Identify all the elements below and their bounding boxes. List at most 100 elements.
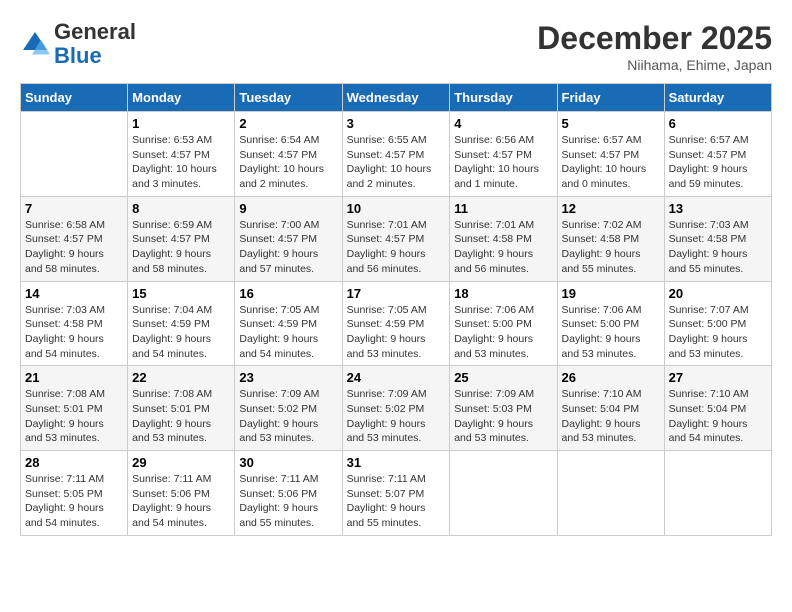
day-info: Sunrise: 7:04 AMSunset: 4:59 PMDaylight:…	[132, 303, 230, 362]
calendar-cell: 4 Sunrise: 6:56 AMSunset: 4:57 PMDaylight…	[450, 112, 557, 197]
calendar-cell: 9 Sunrise: 7:00 AMSunset: 4:57 PMDaylight…	[235, 196, 342, 281]
calendar-week-row: 21 Sunrise: 7:08 AMSunset: 5:01 PMDayligh…	[21, 366, 772, 451]
day-info: Sunrise: 6:57 AMSunset: 4:57 PMDaylight:…	[562, 133, 660, 192]
day-info: Sunrise: 7:01 AMSunset: 4:58 PMDaylight:…	[454, 218, 552, 277]
day-info: Sunrise: 7:11 AMSunset: 5:06 PMDaylight:…	[132, 472, 230, 531]
calendar-cell: 16Sunrise: 7:05 AMSunset: 4:59 PMDayligh…	[235, 281, 342, 366]
weekday-header-monday: Monday	[128, 84, 235, 112]
day-number: 28	[25, 455, 123, 470]
calendar-cell	[21, 112, 128, 197]
calendar-week-row: 28 Sunrise: 7:11 AMSunset: 5:05 PMDayligh…	[21, 451, 772, 536]
calendar-cell: 20 Sunrise: 7:07 AMSunset: 5:00 PMDayligh…	[664, 281, 771, 366]
day-info: Sunrise: 7:10 AMSunset: 5:04 PMDaylight:…	[562, 387, 660, 446]
day-number: 18	[454, 286, 552, 301]
calendar-cell: 7 Sunrise: 6:58 AMSunset: 4:57 PMDaylight…	[21, 196, 128, 281]
day-number: 15	[132, 286, 230, 301]
day-info: Sunrise: 7:10 AMSunset: 5:04 PMDaylight:…	[669, 387, 767, 446]
weekday-header-saturday: Saturday	[664, 84, 771, 112]
day-number: 2	[239, 116, 337, 131]
day-number: 29	[132, 455, 230, 470]
day-number: 5	[562, 116, 660, 131]
calendar-week-row: 14Sunrise: 7:03 AMSunset: 4:58 PMDayligh…	[21, 281, 772, 366]
day-number: 7	[25, 201, 123, 216]
day-number: 16	[239, 286, 337, 301]
day-number: 27	[669, 370, 767, 385]
weekday-header-sunday: Sunday	[21, 84, 128, 112]
day-info: Sunrise: 6:58 AMSunset: 4:57 PMDaylight:…	[25, 218, 123, 277]
day-info: Sunrise: 7:08 AMSunset: 5:01 PMDaylight:…	[25, 387, 123, 446]
day-number: 1	[132, 116, 230, 131]
day-number: 24	[347, 370, 446, 385]
logo: General Blue	[20, 20, 136, 68]
day-number: 4	[454, 116, 552, 131]
day-info: Sunrise: 7:05 AMSunset: 4:59 PMDaylight:…	[347, 303, 446, 362]
calendar-cell: 28 Sunrise: 7:11 AMSunset: 5:05 PMDayligh…	[21, 451, 128, 536]
day-info: Sunrise: 7:06 AMSunset: 5:00 PMDaylight:…	[562, 303, 660, 362]
calendar-week-row: 7 Sunrise: 6:58 AMSunset: 4:57 PMDaylight…	[21, 196, 772, 281]
calendar-cell: 31 Sunrise: 7:11 AMSunset: 5:07 PMDayligh…	[342, 451, 450, 536]
day-number: 22	[132, 370, 230, 385]
calendar-cell: 25Sunrise: 7:09 AMSunset: 5:03 PMDayligh…	[450, 366, 557, 451]
weekday-header-tuesday: Tuesday	[235, 84, 342, 112]
day-info: Sunrise: 7:00 AMSunset: 4:57 PMDaylight:…	[239, 218, 337, 277]
calendar-cell: 14Sunrise: 7:03 AMSunset: 4:58 PMDayligh…	[21, 281, 128, 366]
calendar-cell: 6 Sunrise: 6:57 AMSunset: 4:57 PMDaylight…	[664, 112, 771, 197]
day-number: 12	[562, 201, 660, 216]
calendar-cell: 12 Sunrise: 7:02 AMSunset: 4:58 PMDayligh…	[557, 196, 664, 281]
day-number: 6	[669, 116, 767, 131]
calendar-cell: 23 Sunrise: 7:09 AMSunset: 5:02 PMDayligh…	[235, 366, 342, 451]
day-number: 25	[454, 370, 552, 385]
day-number: 9	[239, 201, 337, 216]
weekday-header-thursday: Thursday	[450, 84, 557, 112]
calendar-week-row: 1 Sunrise: 6:53 AMSunset: 4:57 PMDaylight…	[21, 112, 772, 197]
calendar-cell: 29 Sunrise: 7:11 AMSunset: 5:06 PMDayligh…	[128, 451, 235, 536]
calendar-cell: 18Sunrise: 7:06 AMSunset: 5:00 PMDayligh…	[450, 281, 557, 366]
logo-icon	[20, 29, 50, 59]
calendar-cell: 21 Sunrise: 7:08 AMSunset: 5:01 PMDayligh…	[21, 366, 128, 451]
calendar-header-row: SundayMondayTuesdayWednesdayThursdayFrid…	[21, 84, 772, 112]
day-number: 23	[239, 370, 337, 385]
page-header: General Blue December 2025 Niihama, Ehim…	[20, 20, 772, 73]
day-info: Sunrise: 7:01 AMSunset: 4:57 PMDaylight:…	[347, 218, 446, 277]
calendar-cell: 5 Sunrise: 6:57 AMSunset: 4:57 PMDaylight…	[557, 112, 664, 197]
day-number: 11	[454, 201, 552, 216]
day-number: 3	[347, 116, 446, 131]
day-number: 14	[25, 286, 123, 301]
day-info: Sunrise: 7:11 AMSunset: 5:06 PMDaylight:…	[239, 472, 337, 531]
day-number: 30	[239, 455, 337, 470]
calendar-cell: 11 Sunrise: 7:01 AMSunset: 4:58 PMDayligh…	[450, 196, 557, 281]
day-info: Sunrise: 6:57 AMSunset: 4:57 PMDaylight:…	[669, 133, 767, 192]
day-info: Sunrise: 6:56 AMSunset: 4:57 PMDaylight:…	[454, 133, 552, 192]
calendar-cell	[557, 451, 664, 536]
day-number: 19	[562, 286, 660, 301]
day-info: Sunrise: 7:09 AMSunset: 5:02 PMDaylight:…	[239, 387, 337, 446]
day-info: Sunrise: 7:11 AMSunset: 5:05 PMDaylight:…	[25, 472, 123, 531]
day-info: Sunrise: 7:02 AMSunset: 4:58 PMDaylight:…	[562, 218, 660, 277]
calendar-cell: 1 Sunrise: 6:53 AMSunset: 4:57 PMDaylight…	[128, 112, 235, 197]
day-number: 13	[669, 201, 767, 216]
calendar-cell: 17Sunrise: 7:05 AMSunset: 4:59 PMDayligh…	[342, 281, 450, 366]
calendar-cell: 24 Sunrise: 7:09 AMSunset: 5:02 PMDayligh…	[342, 366, 450, 451]
day-number: 20	[669, 286, 767, 301]
calendar-table: SundayMondayTuesdayWednesdayThursdayFrid…	[20, 83, 772, 536]
day-number: 10	[347, 201, 446, 216]
day-info: Sunrise: 6:53 AMSunset: 4:57 PMDaylight:…	[132, 133, 230, 192]
day-info: Sunrise: 6:55 AMSunset: 4:57 PMDaylight:…	[347, 133, 446, 192]
calendar-cell: 13 Sunrise: 7:03 AMSunset: 4:58 PMDayligh…	[664, 196, 771, 281]
calendar-cell: 3 Sunrise: 6:55 AMSunset: 4:57 PMDaylight…	[342, 112, 450, 197]
calendar-cell: 30 Sunrise: 7:11 AMSunset: 5:06 PMDayligh…	[235, 451, 342, 536]
day-number: 26	[562, 370, 660, 385]
day-number: 21	[25, 370, 123, 385]
calendar-cell: 27 Sunrise: 7:10 AMSunset: 5:04 PMDayligh…	[664, 366, 771, 451]
day-info: Sunrise: 6:54 AMSunset: 4:57 PMDaylight:…	[239, 133, 337, 192]
day-number: 31	[347, 455, 446, 470]
calendar-cell: 26 Sunrise: 7:10 AMSunset: 5:04 PMDayligh…	[557, 366, 664, 451]
location-subtitle: Niihama, Ehime, Japan	[537, 57, 772, 73]
day-info: Sunrise: 7:07 AMSunset: 5:00 PMDaylight:…	[669, 303, 767, 362]
day-info: Sunrise: 7:03 AMSunset: 4:58 PMDaylight:…	[669, 218, 767, 277]
calendar-cell: 22Sunrise: 7:08 AMSunset: 5:01 PMDayligh…	[128, 366, 235, 451]
logo-general-text: General	[54, 20, 136, 44]
day-info: Sunrise: 7:09 AMSunset: 5:02 PMDaylight:…	[347, 387, 446, 446]
month-title: December 2025	[537, 20, 772, 57]
day-info: Sunrise: 7:11 AMSunset: 5:07 PMDaylight:…	[347, 472, 446, 531]
